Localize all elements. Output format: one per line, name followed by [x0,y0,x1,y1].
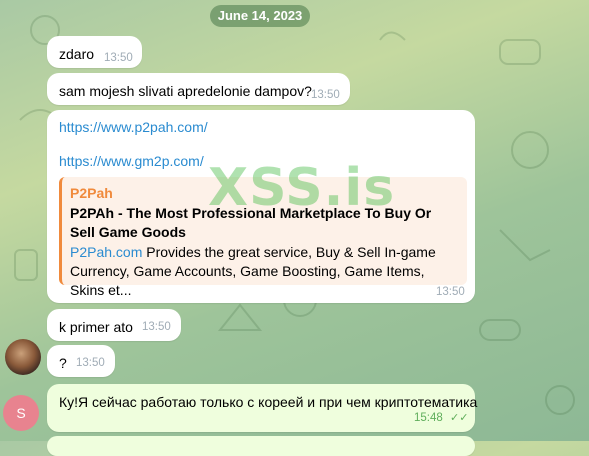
user-avatar-photo[interactable] [5,339,41,375]
message-bubble[interactable]: sam mojesh slivati apredelonie dampov? 1… [47,73,350,105]
message-time: 13:50 [142,321,171,333]
message-text: Ку!Я сейчас работаю только с кореей и пр… [59,394,478,410]
message-text: zdaro [59,46,95,62]
message-link[interactable]: https://www.gm2p.com/ [59,153,204,169]
message-bubble-outgoing[interactable]: Ку!Я сейчас работаю только с кореей и пр… [47,384,478,432]
message-bubble[interactable]: k primer ato 13:50 [47,309,181,341]
read-receipt-icon: ✓✓ [450,412,469,424]
message-time: 13:50 [311,89,340,101]
message-time: 13:50 [436,286,465,298]
message-time: 13:50 [76,357,105,369]
watermark-xss: XSS.is [208,158,396,218]
link-preview-desc-line1: Provides the great service, Buy & Sell I… [142,244,436,260]
message-bubble[interactable]: zdaro 13:50 [47,36,142,68]
message-text: ? [59,355,67,371]
message-text: k primer ato [59,319,133,335]
link-preview-desc-link[interactable]: P2Pah.com [70,244,142,260]
message-bubble-outgoing-partial[interactable] [47,436,475,456]
user-avatar-initial[interactable]: S [3,395,39,431]
message-bubble[interactable]: ? 13:50 [47,345,115,377]
message-link[interactable]: https://www.p2pah.com/ [59,119,208,135]
message-time: 15:48 [414,412,443,424]
link-preview-desc-line2: Currency, Game Accounts, Game Boosting, … [70,263,425,298]
date-separator: June 14, 2023 [210,5,310,27]
message-text: sam mojesh slivati apredelonie dampov? [59,83,312,99]
link-preview-description: P2Pah.com Provides the great service, Bu… [70,243,459,300]
message-time: 13:50 [104,52,133,64]
